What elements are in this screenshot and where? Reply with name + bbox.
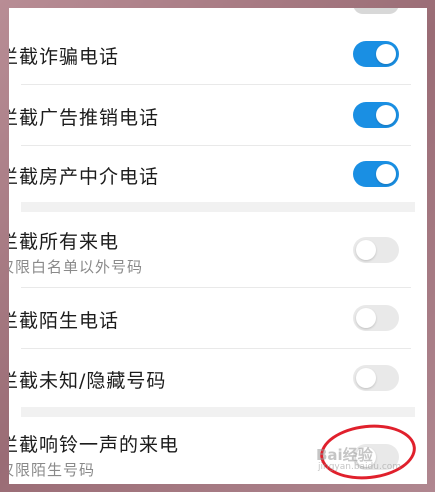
toggle-knob bbox=[376, 164, 396, 184]
setting-subtitle: 仅限陌生号码 bbox=[9, 461, 96, 479]
stranger-calls-toggle[interactable] bbox=[353, 305, 399, 331]
setting-title: 拦截响铃一声的来电 bbox=[9, 434, 180, 456]
setting-row-all-calls[interactable]: 拦截所有来电 仅限白名单以外号码 bbox=[9, 213, 427, 283]
setting-title: 拦截陌生电话 bbox=[9, 310, 120, 332]
real-estate-calls-toggle[interactable] bbox=[353, 161, 399, 187]
settings-screen: 拦截诈骗电话 拦截广告推销电话 拦截房产中介电话 拦截所有来电 仅限白名单以外号… bbox=[9, 8, 427, 484]
all-calls-toggle[interactable] bbox=[353, 237, 399, 263]
baidu-watermark: Bai经验 jingyan.baidu.com bbox=[316, 436, 412, 476]
fraud-calls-toggle[interactable] bbox=[353, 41, 399, 67]
toggle-knob bbox=[376, 44, 396, 64]
section-separator bbox=[21, 202, 415, 212]
setting-title: 拦截未知/隐藏号码 bbox=[9, 370, 167, 392]
setting-title: 拦截诈骗电话 bbox=[9, 46, 120, 68]
setting-row-real-estate-calls[interactable]: 拦截房产中介电话 bbox=[9, 146, 427, 202]
toggle-knob bbox=[356, 240, 376, 260]
watermark-url: jingyan.baidu.com bbox=[318, 462, 402, 472]
setting-title: 拦截房产中介电话 bbox=[9, 166, 160, 188]
setting-row-fraud-calls[interactable]: 拦截诈骗电话 bbox=[9, 26, 427, 84]
setting-title: 拦截广告推销电话 bbox=[9, 107, 160, 129]
setting-subtitle: 仅限白名单以外号码 bbox=[9, 258, 144, 276]
setting-title: 拦截所有来电 bbox=[9, 231, 120, 253]
toggle-knob bbox=[376, 105, 396, 125]
unknown-hidden-numbers-toggle[interactable] bbox=[353, 365, 399, 391]
setting-row-stranger-calls[interactable]: 拦截陌生电话 bbox=[9, 288, 427, 348]
toggle-knob bbox=[356, 368, 376, 388]
ad-sales-calls-toggle[interactable] bbox=[353, 102, 399, 128]
screenshot-frame: 拦截诈骗电话 拦截广告推销电话 拦截房产中介电话 拦截所有来电 仅限白名单以外号… bbox=[0, 0, 435, 492]
setting-row-ad-sales-calls[interactable]: 拦截广告推销电话 bbox=[9, 85, 427, 145]
partial-toggle-above bbox=[353, 8, 399, 14]
section-separator bbox=[21, 407, 415, 417]
toggle-knob bbox=[356, 308, 376, 328]
setting-row-unknown-hidden-numbers[interactable]: 拦截未知/隐藏号码 bbox=[9, 349, 427, 405]
